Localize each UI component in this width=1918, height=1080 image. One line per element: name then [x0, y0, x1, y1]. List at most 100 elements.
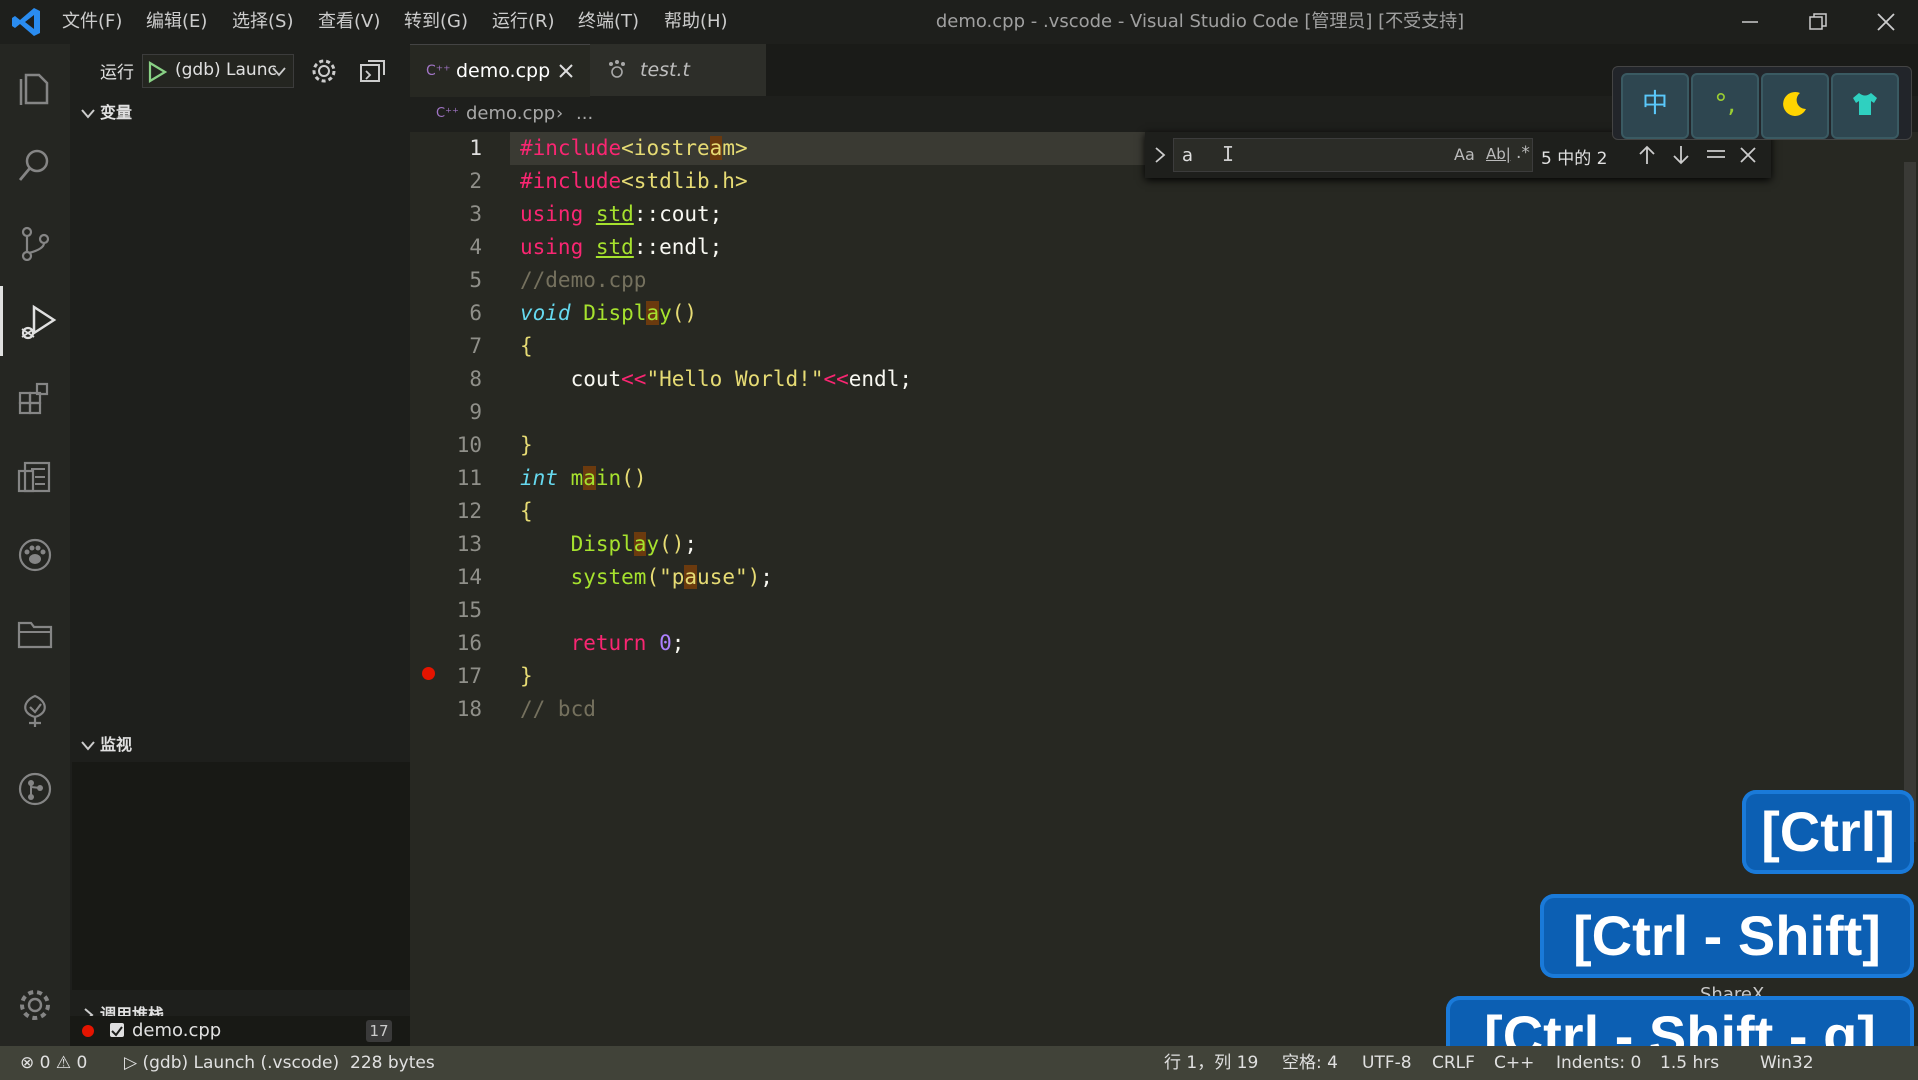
code-line: using std::endl; — [520, 235, 723, 259]
source-control-icon — [21, 226, 50, 261]
indentation-status[interactable]: 空格: 4 — [1282, 1046, 1338, 1080]
vertical-scrollbar[interactable] — [1904, 162, 1916, 842]
breakpoint-line-badge: 17 — [366, 1020, 392, 1042]
debug-console-icon[interactable] — [358, 57, 386, 85]
run-label: 运行 — [100, 63, 134, 83]
line-number: 3 — [469, 202, 482, 226]
code-line: } — [520, 433, 533, 457]
breakpoint-item[interactable]: demo.cpp 17 — [70, 1016, 410, 1046]
search-icon — [18, 149, 49, 181]
menu-view[interactable]: 查看(V) — [318, 0, 380, 44]
keystroke-overlay-2: [Ctrl - Shift] — [1540, 894, 1914, 978]
gear-icon[interactable] — [310, 57, 338, 85]
menu-selection[interactable]: 选择(S) — [232, 0, 293, 44]
restore-icon — [1809, 13, 1827, 30]
line-number: 12 — [456, 499, 482, 523]
errors-count: 0 — [39, 1053, 51, 1073]
restore-button[interactable] — [1784, 0, 1852, 44]
run-toolbar: 运行 (gdb) Launc — [70, 44, 410, 100]
source-control-button[interactable] — [0, 208, 70, 278]
line-number: 14 — [456, 565, 482, 589]
chevron-right-icon: › — [556, 103, 564, 124]
breadcrumb-file[interactable]: demo.cpp — [466, 96, 555, 132]
paw-extension-button[interactable] — [0, 520, 70, 590]
explorer-button[interactable] — [0, 52, 70, 122]
launch-config-value: (gdb) Launc — [175, 60, 277, 80]
previous-match-icon[interactable] — [1637, 144, 1657, 166]
folder-button[interactable] — [0, 598, 70, 668]
manage-button[interactable] — [0, 970, 70, 1040]
variables-section-header[interactable]: 变量 — [70, 96, 410, 130]
tree-button[interactable] — [0, 676, 70, 746]
line-number: 16 — [456, 631, 482, 655]
wakatime-status[interactable]: 1.5 hrs — [1660, 1046, 1719, 1080]
encoding-status[interactable]: UTF-8 — [1362, 1046, 1412, 1080]
close-icon — [1877, 13, 1895, 31]
folder-icon — [17, 621, 53, 649]
activity-bar — [0, 44, 70, 1046]
debug-launch-status[interactable]: ▷ (gdb) Launch (.vscode) — [124, 1046, 339, 1080]
breadcrumb-more[interactable]: ... — [576, 96, 593, 132]
tab-label: test.t — [640, 59, 690, 81]
minimize-button[interactable] — [1716, 0, 1784, 44]
line-number: 13 — [456, 532, 482, 556]
search-button[interactable] — [0, 130, 70, 200]
remote-explorer-button[interactable] — [0, 442, 70, 512]
find-input[interactable]: a I Aa Ab| .* — [1173, 138, 1533, 172]
minimize-icon — [1742, 21, 1758, 23]
menu-run[interactable]: 运行(R) — [492, 0, 555, 44]
files-icon — [19, 73, 49, 105]
run-debug-button[interactable] — [0, 286, 73, 356]
breakpoint-checkbox[interactable] — [110, 1023, 124, 1037]
breakpoint-icon[interactable] — [422, 667, 435, 680]
paw-file-icon — [609, 60, 625, 78]
title-bar: 文件(F) 编辑(E) 选择(S) 查看(V) 转到(G) 运行(R) 终端(T… — [0, 0, 1918, 44]
status-bar: ⊗ 0 ⚠ 0 ▷ (gdb) Launch (.vscode) 228 byt… — [0, 1046, 1918, 1080]
line-number: 17 — [456, 664, 482, 688]
problems-indicator[interactable]: ⊗ 0 ⚠ 0 — [20, 1046, 87, 1080]
close-icon[interactable] — [1739, 146, 1757, 164]
menu-go[interactable]: 转到(G) — [404, 0, 468, 44]
line-number: 15 — [456, 598, 482, 622]
chevron-down-icon — [81, 741, 95, 751]
variables-title: 变量 — [100, 103, 133, 122]
line-number: 8 — [469, 367, 482, 391]
close-icon[interactable] — [558, 63, 574, 79]
close-window-button[interactable] — [1852, 0, 1918, 44]
watch-section-header[interactable]: 监视 — [70, 728, 410, 762]
run-debug-sidebar: 运行 (gdb) Launc 变量 监视 调用堆栈 断点 — [70, 44, 410, 1052]
git-graph-button[interactable] — [0, 754, 70, 824]
ime-skin-button[interactable] — [1831, 73, 1899, 139]
find-in-selection-icon[interactable] — [1705, 144, 1727, 166]
language-mode[interactable]: C++ — [1494, 1046, 1534, 1080]
match-case-toggle[interactable]: Aa — [1454, 145, 1475, 164]
shirt-icon — [1853, 93, 1877, 115]
menu-edit[interactable]: 编辑(E) — [146, 0, 207, 44]
ime-punctuation-button[interactable]: °, — [1691, 73, 1759, 139]
next-match-icon[interactable] — [1671, 144, 1691, 166]
menu-help[interactable]: 帮助(H) — [664, 0, 728, 44]
launch-config-select[interactable]: (gdb) Launc — [142, 54, 294, 88]
menu-terminal[interactable]: 终端(T) — [578, 0, 639, 44]
code-line: //demo.cpp — [520, 268, 647, 292]
eol-status[interactable]: CRLF — [1432, 1046, 1475, 1080]
file-size: 228 bytes — [350, 1053, 435, 1073]
regex-toggle[interactable]: .* — [1516, 143, 1530, 163]
tab-test-t[interactable]: test.t — [590, 44, 766, 96]
code-line: #include<stdlib.h> — [520, 169, 748, 193]
start-debugging-icon[interactable] — [147, 61, 167, 83]
cursor-position[interactable]: 行 1，列 19 — [1164, 1046, 1258, 1080]
tab-demo-cpp[interactable]: C⁺⁺ demo.cpp — [410, 44, 590, 97]
ime-chinese-mode-button[interactable]: 中 — [1621, 73, 1689, 139]
code-line: system("pause"); — [570, 565, 773, 589]
text-cursor-icon: I — [1222, 142, 1235, 166]
ime-halfwidth-button[interactable] — [1761, 73, 1829, 139]
menu-file[interactable]: 文件(F) — [62, 0, 122, 44]
toggle-replace-chevron-icon[interactable] — [1153, 146, 1167, 164]
code-line: { — [520, 499, 533, 523]
ime-toolbar: 中 °, — [1612, 66, 1912, 140]
settings-gear-icon — [20, 990, 50, 1020]
whole-word-toggle[interactable]: Ab| — [1486, 145, 1511, 163]
extensions-button[interactable] — [0, 364, 70, 434]
